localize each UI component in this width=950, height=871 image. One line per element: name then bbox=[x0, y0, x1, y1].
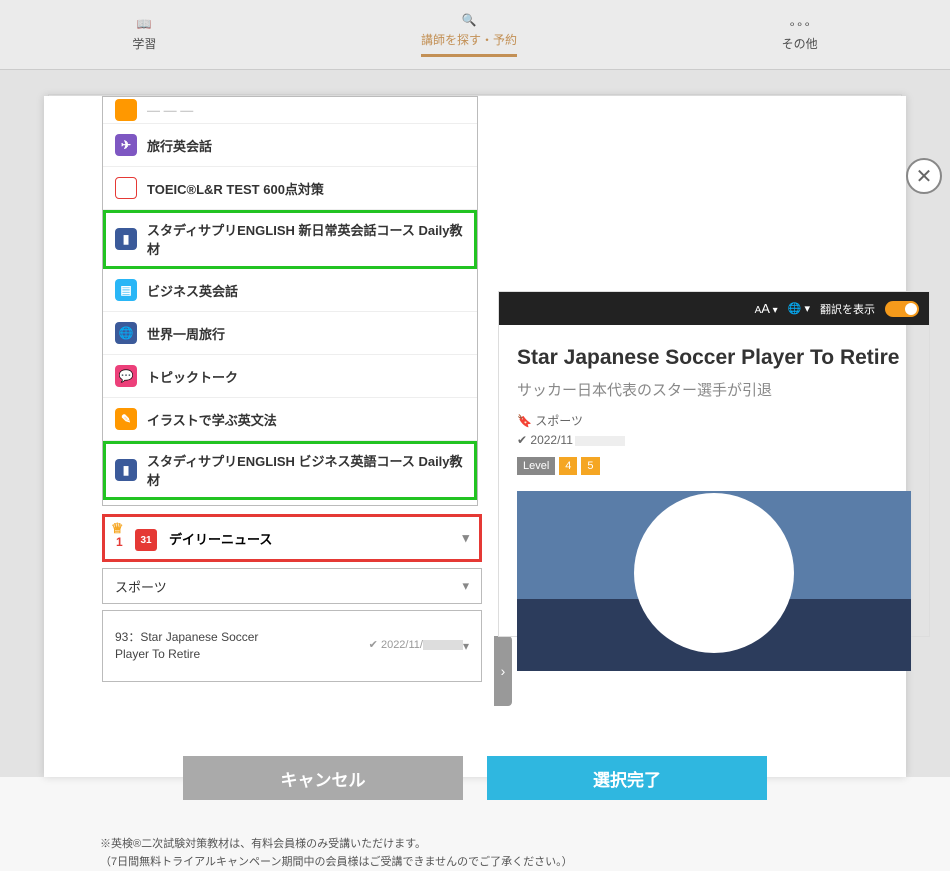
course-item[interactable]: — — — bbox=[103, 97, 477, 124]
course-label: TOEIC®L&R TEST 600点対策 bbox=[147, 179, 324, 198]
briefcase-icon: ▤ bbox=[115, 279, 137, 301]
article-title: 93：Star Japanese Soccer Player To Retire bbox=[115, 629, 295, 663]
daily-news-label: デイリーニュース bbox=[169, 529, 272, 548]
illustration-icon: ✎ bbox=[115, 408, 137, 430]
course-item[interactable]: 🌐 世界一周旅行 bbox=[103, 312, 477, 355]
level-label: Level bbox=[517, 457, 555, 475]
article-select[interactable]: 93：Star Japanese Soccer Player To Retire… bbox=[102, 610, 482, 682]
footer-line1: ※英検®二次試験対策教材は、有料会員様のみ受講いただけます。 bbox=[100, 836, 573, 854]
course-item[interactable]: ✈ 旅行英会話 bbox=[103, 124, 477, 167]
course-item[interactable]: ▤ ビジネス英会話 bbox=[103, 269, 477, 312]
globe-icon[interactable]: 🌐 ▾ bbox=[788, 302, 810, 315]
course-item[interactable]: ✎ イラストで学ぶ英文法 bbox=[103, 398, 477, 441]
preview-body: Star Japanese Soccer Player To Retire サッ… bbox=[499, 325, 929, 691]
course-item[interactable]: 600 TOEIC®L&R TEST 600点対策 bbox=[103, 167, 477, 210]
translate-label: 翻訳を表示 bbox=[820, 301, 875, 317]
select-complete-button[interactable]: 選択完了 bbox=[487, 756, 767, 800]
level-badges: Level 4 5 bbox=[517, 457, 911, 475]
book-icon: ▮ bbox=[115, 459, 137, 481]
footer-note: ※英検®二次試験対策教材は、有料会員様のみ受講いただけます。 （7日間無料トライ… bbox=[100, 836, 573, 871]
globe-icon: 🌐 bbox=[115, 322, 137, 344]
course-label: トピックトーク bbox=[147, 367, 238, 386]
preview-toolbar: AA ▾ 🌐 ▾ 翻訳を表示 bbox=[499, 292, 929, 325]
preview-tag: 🔖 スポーツ bbox=[517, 412, 911, 429]
course-icon bbox=[115, 99, 137, 121]
level-4: 4 bbox=[559, 457, 577, 475]
modal-actions: キャンセル 選択完了 bbox=[44, 756, 906, 800]
course-item-highlighted[interactable]: ▮ スタディサプリENGLISH ビジネス英語コース Daily教材 bbox=[103, 441, 477, 500]
close-icon[interactable]: ✕ bbox=[906, 158, 942, 194]
course-label: スタディサプリENGLISH 新日常英会話コース Daily教材 bbox=[147, 220, 465, 258]
level-5: 5 bbox=[581, 457, 599, 475]
preview-subtitle: サッカー日本代表のスター選手が引退 bbox=[517, 379, 911, 400]
chevron-down-icon: ▾ bbox=[462, 530, 469, 546]
font-size-icon[interactable]: AA ▾ bbox=[755, 301, 778, 316]
left-column: — — — ✈ 旅行英会話 600 TOEIC®L&R TEST 600点対策 … bbox=[102, 96, 482, 682]
chevron-down-icon: ▾ bbox=[463, 638, 469, 655]
preview-panel: AA ▾ 🌐 ▾ 翻訳を表示 Star Japanese Soccer Play… bbox=[498, 291, 930, 637]
material-select-modal: — — — ✈ 旅行英会話 600 TOEIC®L&R TEST 600点対策 … bbox=[44, 96, 906, 777]
toeic-icon: 600 bbox=[115, 177, 137, 199]
category-select[interactable]: スポーツ ▾ bbox=[102, 568, 482, 604]
airplane-icon: ✈ bbox=[115, 134, 137, 156]
daily-news-select[interactable]: ♕ 1 31 デイリーニュース ▾ bbox=[102, 514, 482, 562]
article-date: ✔ 2022/11/ bbox=[369, 638, 463, 653]
course-label: イラストで学ぶ英文法 bbox=[147, 410, 277, 429]
footer-line2: （7日間無料トライアルキャンペーン期間中の会員様はご受講できませんのでご了承くだ… bbox=[100, 854, 573, 871]
chat-icon: 💬 bbox=[115, 365, 137, 387]
chevron-down-icon: ▾ bbox=[462, 578, 469, 594]
preview-date: ✔ 2022/11 bbox=[517, 433, 911, 447]
book-icon: ▮ bbox=[115, 228, 137, 250]
cancel-button[interactable]: キャンセル bbox=[183, 756, 463, 800]
rank-1: 1 bbox=[116, 535, 123, 549]
translate-toggle[interactable] bbox=[885, 301, 919, 317]
face-placeholder bbox=[634, 493, 794, 653]
course-label: スタディサプリENGLISH ビジネス英語コース Daily教材 bbox=[147, 451, 465, 489]
preview-title: Star Japanese Soccer Player To Retire bbox=[517, 345, 911, 371]
course-label: — — — bbox=[147, 103, 193, 118]
course-item-highlighted[interactable]: ▮ スタディサプリENGLISH 新日常英会話コース Daily教材 bbox=[103, 210, 477, 269]
course-label: 旅行英会話 bbox=[147, 136, 212, 155]
calendar-icon: 31 bbox=[135, 529, 157, 551]
course-dropdown-list[interactable]: — — — ✈ 旅行英会話 600 TOEIC®L&R TEST 600点対策 … bbox=[102, 96, 478, 506]
course-item[interactable]: 🗾 都道府県教材 bbox=[103, 500, 477, 506]
preview-image bbox=[517, 491, 911, 671]
course-label: ビジネス英会話 bbox=[147, 281, 238, 300]
course-label: 世界一周旅行 bbox=[147, 324, 225, 343]
category-label: スポーツ bbox=[115, 577, 167, 596]
course-item[interactable]: 💬 トピックトーク bbox=[103, 355, 477, 398]
